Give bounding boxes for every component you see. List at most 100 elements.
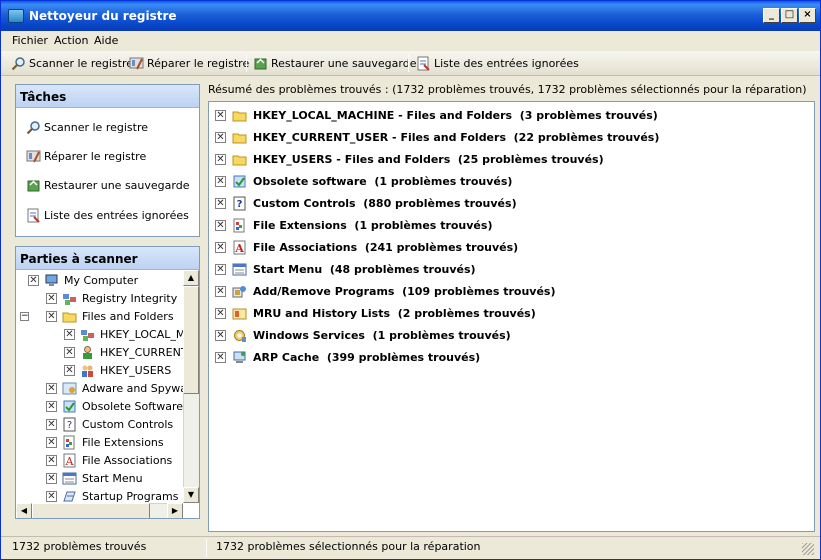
result-label: File Extensions (1 problèmes trouvés)	[253, 218, 493, 232]
tree-item-checkbox[interactable]: ✕	[46, 310, 57, 322]
result-checkbox[interactable]: ✕	[215, 285, 226, 297]
task-scan[interactable]: Scanner le registre	[26, 120, 148, 135]
tree-vertical-scrollbar[interactable]: ▲ ▼	[183, 270, 199, 503]
tree-item-checkbox[interactable]: ✕	[46, 490, 57, 502]
tree-item-checkbox[interactable]: ✕	[28, 274, 39, 286]
scroll-up-button[interactable]: ▲	[183, 270, 199, 286]
menu-aide[interactable]: Aide	[94, 34, 118, 47]
result-row[interactable]: ✕ MRU and History Lists (2 problèmes trou…	[215, 303, 536, 323]
result-row[interactable]: ✕ File Extensions (1 problèmes trouvés)	[215, 215, 492, 235]
arp-cache-icon	[232, 350, 247, 365]
tree-item-checkbox[interactable]: ✕	[64, 364, 75, 376]
tree-item-checkbox[interactable]: ✕	[46, 292, 57, 304]
maximize-button[interactable]: □	[781, 8, 798, 23]
tree-item-label: HKEY_CURRENT_U	[100, 345, 183, 359]
add-remove-icon	[232, 284, 247, 299]
magnifier-icon	[11, 56, 26, 71]
tree-item-label: Start Menu	[82, 471, 143, 485]
tree-item[interactable]: ✕ Adware and Spyware	[46, 379, 183, 397]
scroll-left-button[interactable]: ◀	[16, 503, 32, 518]
svg-text:?: ?	[237, 199, 243, 210]
result-checkbox[interactable]: ✕	[215, 109, 226, 121]
tree-item[interactable]: ✕ Registry Integrity	[46, 289, 177, 307]
tree-item[interactable]: ✕ My Computer	[28, 271, 138, 289]
tree-item-checkbox[interactable]: ✕	[64, 346, 75, 358]
result-checkbox[interactable]: ✕	[215, 263, 226, 275]
status-bar: 1732 problèmes trouvés 1732 problèmes sé…	[1, 536, 820, 559]
result-row[interactable]: ✕ HKEY_CURRENT_USER - Files and Folders (…	[215, 127, 659, 147]
scan-parts-title: Parties à scanner	[16, 247, 199, 270]
tree-item[interactable]: ✕ File Extensions	[46, 433, 164, 451]
result-checkbox[interactable]: ✕	[215, 197, 226, 209]
result-label: HKEY_CURRENT_USER - Files and Folders (2…	[253, 130, 660, 144]
file-extensions-icon	[232, 218, 247, 233]
result-row[interactable]: ✕ Windows Services (1 problèmes trouvés)	[215, 325, 511, 345]
result-row[interactable]: ✕ HKEY_USERS - Files and Folders (25 prob…	[215, 149, 604, 169]
close-button[interactable]: ×	[799, 8, 816, 23]
result-row[interactable]: ✕ A File Associations (241 problèmes trouv…	[215, 237, 518, 257]
task-restore-label: Restaurer une sauvegarde	[44, 179, 190, 192]
registry-icon	[62, 291, 77, 306]
tree-item-checkbox[interactable]: ✕	[46, 400, 57, 412]
task-ignored[interactable]: Liste des entrées ignorées	[26, 208, 189, 223]
tree-item[interactable]: ✕ HKEY_CURRENT_U	[64, 343, 183, 361]
scroll-down-button[interactable]: ▼	[183, 487, 199, 503]
task-repair[interactable]: Réparer le registre	[26, 149, 146, 164]
result-checkbox[interactable]: ✕	[215, 153, 226, 165]
tree-item-checkbox[interactable]: ✕	[64, 328, 75, 340]
result-checkbox[interactable]: ✕	[215, 219, 226, 231]
result-row[interactable]: ✕ Obsolete software (1 problèmes trouvés)	[215, 171, 512, 191]
menu-action[interactable]: Action	[54, 34, 88, 47]
title-bar[interactable]: Nettoyeur du registre _ □ ×	[1, 1, 820, 31]
scroll-right-button[interactable]: ▶	[167, 503, 183, 518]
result-checkbox[interactable]: ✕	[215, 329, 226, 341]
tree-item-checkbox[interactable]: ✕	[46, 418, 57, 430]
tree-item-checkbox[interactable]: ✕	[46, 382, 57, 394]
tree-item-checkbox[interactable]: ✕	[46, 472, 57, 484]
result-row[interactable]: ✕ HKEY_LOCAL_MACHINE - Files and Folders …	[215, 105, 658, 125]
result-row[interactable]: ✕ Add/Remove Programs (109 problèmes trou…	[215, 281, 555, 301]
tree-expander[interactable]: −	[20, 312, 29, 321]
toolbar: Scanner le registre Réparer le registre …	[1, 51, 820, 76]
result-checkbox[interactable]: ✕	[215, 351, 226, 363]
tree-item-label: Adware and Spyware	[82, 381, 183, 395]
restore-icon	[253, 56, 268, 71]
folder-icon	[232, 108, 247, 123]
tree-horizontal-scrollbar[interactable]: ◀ ▶	[16, 503, 183, 518]
tree-item[interactable]: ✕ Obsolete Software	[46, 397, 183, 415]
task-scan-label: Scanner le registre	[44, 121, 149, 134]
result-row[interactable]: ✕? Custom Controls (880 problèmes trouvés…	[215, 193, 517, 213]
tree-item-label: Startup Programs	[82, 489, 179, 503]
result-label: HKEY_USERS - Files and Folders (25 probl…	[253, 152, 604, 166]
current-user-icon	[80, 345, 95, 360]
toolbar-restore-button[interactable]: Restaurer une sauvegarde	[253, 54, 416, 73]
menu-fichier[interactable]: Fichier	[12, 34, 48, 47]
tree-item-checkbox[interactable]: ✕	[46, 436, 57, 448]
svg-text:A: A	[65, 455, 75, 468]
tree-item[interactable]: ✕ Startup Programs	[46, 487, 178, 503]
toolbar-repair-button[interactable]: Réparer le registre	[129, 54, 249, 73]
toolbar-ignored-label: Liste des entrées ignorées	[434, 57, 579, 70]
tree-item-label: My Computer	[64, 273, 139, 287]
tree-item[interactable]: ✕ Start Menu	[46, 469, 143, 487]
result-checkbox[interactable]: ✕	[215, 175, 226, 187]
task-restore[interactable]: Restaurer une sauvegarde	[26, 178, 189, 193]
tree-item[interactable]: ✕? Custom Controls	[46, 415, 173, 433]
tree-item-checkbox[interactable]: ✕	[46, 454, 57, 466]
tree-item[interactable]: ✕ HKEY_LOCAL_MAC	[64, 325, 183, 343]
result-checkbox[interactable]: ✕	[215, 241, 226, 253]
resize-grip[interactable]	[802, 543, 814, 555]
minimize-button[interactable]: _	[763, 8, 780, 23]
scroll-h-thumb[interactable]	[32, 503, 150, 518]
toolbar-scan-button[interactable]: Scanner le registre	[11, 54, 133, 73]
toolbar-ignored-button[interactable]: Liste des entrées ignorées	[416, 54, 579, 73]
folder-icon	[62, 309, 77, 324]
tree-item[interactable]: ✕ A File Associations	[46, 451, 172, 469]
tree-item[interactable]: ✕ HKEY_USERS	[64, 361, 171, 379]
result-row[interactable]: ✕ Start Menu (48 problèmes trouvés)	[215, 259, 476, 279]
result-checkbox[interactable]: ✕	[215, 307, 226, 319]
result-row[interactable]: ✕ ARP Cache (399 problèmes trouvés)	[215, 347, 480, 367]
tree-item[interactable]: ✕ Files and Folders	[46, 307, 174, 325]
scroll-thumb[interactable]	[183, 286, 199, 394]
result-checkbox[interactable]: ✕	[215, 131, 226, 143]
